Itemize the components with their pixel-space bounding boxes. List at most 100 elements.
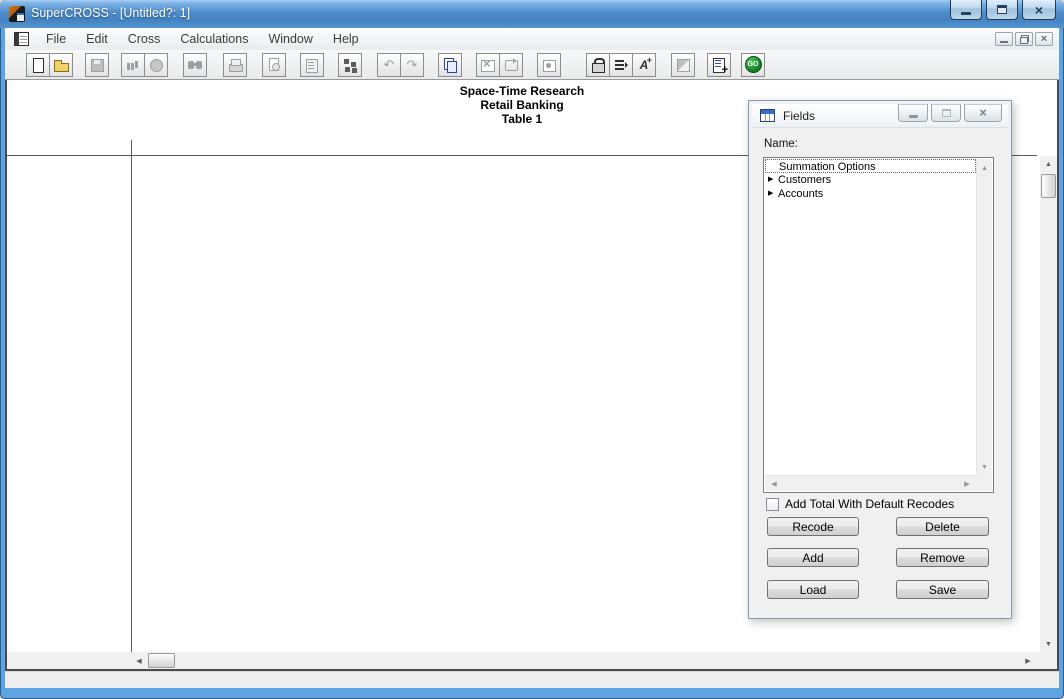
redo-button[interactable]: ↷ [400, 53, 424, 77]
horizontal-scroll-thumb[interactable] [148, 653, 175, 668]
scroll-right-button[interactable]: ▶ [1020, 652, 1036, 669]
list-scrollbar-corner [976, 475, 992, 491]
fields-list-items: Summation Options ▶ Customers ▶ Accounts [765, 159, 976, 201]
table-clear-icon: × [480, 57, 496, 73]
list-scroll-up-button[interactable]: ▲ [977, 161, 992, 175]
field-list-icon [613, 57, 629, 73]
save-dialog-button[interactable]: Save [896, 580, 989, 599]
list-item-customers[interactable]: ▶ Customers [765, 173, 976, 187]
mdi-minimize-icon [1000, 41, 1008, 43]
mdi-restore-button[interactable] [1015, 32, 1033, 46]
print-preview-button[interactable] [262, 53, 286, 77]
window-title: SuperCROSS - [Untitled?: 1] [31, 6, 190, 20]
copy-icon [442, 57, 458, 73]
remove-button[interactable]: Remove [896, 548, 989, 567]
fields-dialog-title: Fields [783, 109, 815, 123]
close-button[interactable]: × [1022, 0, 1056, 20]
fill-diagonal-button[interactable] [671, 53, 695, 77]
dialog-maximize-button[interactable] [931, 104, 961, 122]
field-list-button[interactable] [609, 53, 633, 77]
edit-note-button[interactable] [300, 53, 324, 77]
go-icon: GO [745, 56, 762, 73]
bar-chart-button[interactable] [121, 53, 145, 77]
dialog-minimize-button[interactable] [898, 104, 928, 122]
fill-diagonal-icon [675, 57, 691, 73]
mdi-child-controls: × [995, 32, 1053, 46]
mdi-close-button[interactable]: × [1035, 32, 1053, 46]
heading-line-1: Space-Time Research [7, 84, 1037, 98]
dialog-close-button[interactable]: × [964, 104, 1002, 122]
menu-edit[interactable]: Edit [76, 29, 118, 49]
add-table-button[interactable]: + [707, 53, 731, 77]
recode-button[interactable]: Recode [767, 517, 859, 536]
scroll-up-icon: ▲ [1045, 161, 1052, 168]
supercross-window: SuperCROSS - [Untitled?: 1] × File Edit … [0, 0, 1064, 699]
menu-window[interactable]: Window [258, 29, 322, 49]
expand-arrow-icon[interactable]: ▶ [768, 173, 773, 187]
list-scroll-right-button[interactable]: ▶ [960, 476, 974, 491]
horizontal-scrollbar[interactable]: ◀ ▶ [7, 652, 1057, 669]
lock-button[interactable] [586, 53, 610, 77]
edit-note-icon [304, 57, 320, 73]
scroll-down-button[interactable]: ▼ [1040, 636, 1057, 652]
title-bar: SuperCROSS - [Untitled?: 1] × [0, 0, 1064, 28]
list-item-accounts[interactable]: ▶ Accounts [765, 187, 976, 201]
undo-button[interactable]: ↶ [377, 53, 401, 77]
expand-arrow-icon[interactable]: ▶ [768, 187, 773, 201]
add-total-checkbox[interactable] [766, 498, 779, 511]
mdi-close-icon: × [1041, 34, 1047, 44]
transpose-icon [503, 57, 519, 73]
minimize-button[interactable] [950, 0, 982, 20]
font-increase-button[interactable]: A+ [632, 53, 656, 77]
list-item-summation-options[interactable]: Summation Options [765, 159, 976, 173]
vertical-scrollbar[interactable]: ▲ ▼ [1040, 156, 1057, 652]
menu-help[interactable]: Help [323, 29, 369, 49]
print-preview-icon [266, 57, 282, 73]
delete-button[interactable]: Delete [896, 517, 989, 536]
status-strip [5, 671, 1059, 688]
fields-dialog-icon [760, 109, 775, 122]
window-controls: × [950, 0, 1056, 20]
menu-file[interactable]: File [36, 29, 76, 49]
table-clear-button[interactable]: × [476, 53, 500, 77]
undo-icon: ↶ [384, 57, 395, 73]
bar-chart-icon [125, 57, 141, 73]
menu-cross[interactable]: Cross [118, 29, 171, 49]
close-icon: × [1035, 3, 1043, 17]
vertical-scroll-thumb[interactable] [1041, 174, 1056, 198]
menu-calculations[interactable]: Calculations [170, 29, 258, 49]
globe-button[interactable] [144, 53, 168, 77]
scroll-up-button[interactable]: ▲ [1040, 156, 1057, 172]
table-target-button[interactable] [537, 53, 561, 77]
print-button[interactable] [223, 53, 247, 77]
new-button[interactable] [26, 53, 50, 77]
find-button[interactable] [183, 53, 207, 77]
open-button[interactable] [49, 53, 73, 77]
table-target-icon [541, 57, 557, 73]
transpose-button[interactable] [499, 53, 523, 77]
save-button[interactable] [85, 53, 109, 77]
toolbar: ↶ ↷ × A+ + [5, 50, 1059, 80]
dialog-close-icon: × [979, 107, 987, 119]
printer-icon [227, 57, 243, 73]
mdi-minimize-button[interactable] [995, 32, 1013, 46]
document-icon [14, 32, 29, 46]
fields-dialog-controls: × [898, 104, 1002, 122]
maximize-button[interactable] [986, 0, 1018, 20]
add-table-icon: + [711, 57, 727, 73]
copy-button[interactable] [438, 53, 462, 77]
list-vertical-scrollbar[interactable]: ▲ ▼ [976, 159, 992, 476]
list-horizontal-scrollbar[interactable]: ◀ ▶ [765, 475, 976, 491]
globe-icon [148, 57, 164, 73]
scroll-left-button[interactable]: ◀ [131, 652, 147, 669]
add-button[interactable]: Add [767, 548, 859, 567]
puzzle-button[interactable] [338, 53, 362, 77]
go-button[interactable]: GO [741, 53, 765, 77]
mdi-restore-icon [1020, 35, 1029, 44]
fields-list: Summation Options ▶ Customers ▶ Accounts… [763, 157, 994, 493]
load-button[interactable]: Load [767, 580, 859, 599]
maximize-icon [997, 5, 1007, 14]
list-scroll-down-button[interactable]: ▼ [977, 460, 992, 474]
list-scroll-left-button[interactable]: ◀ [767, 476, 781, 491]
scroll-right-icon: ▶ [964, 480, 969, 488]
